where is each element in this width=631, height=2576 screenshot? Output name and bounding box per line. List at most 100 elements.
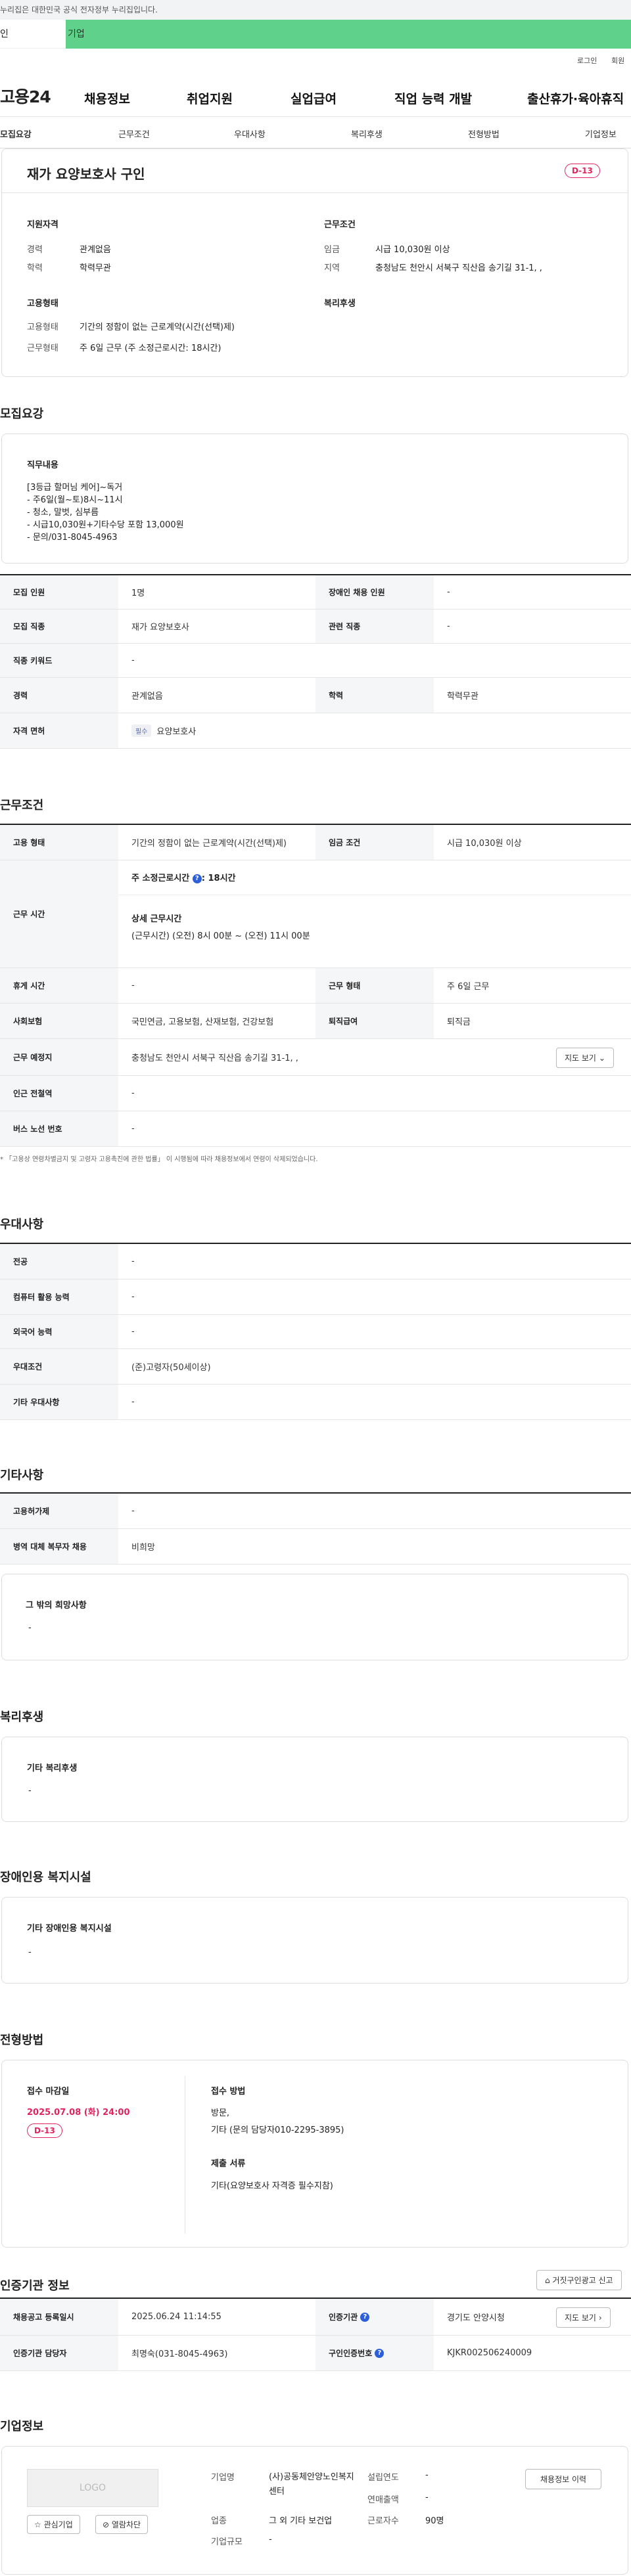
selection-section-title: 전형방법 [0, 2033, 44, 2047]
career-value: 관계없음 [80, 245, 111, 255]
info-icon[interactable]: ? [375, 2348, 385, 2358]
row-header: 모집 인원 [0, 575, 118, 609]
row-header: 채용공고 등록일시 [0, 2299, 118, 2335]
row-value: 2025.06.24 11:14:55 [131, 2312, 222, 2322]
work-row: 버스 노선 번호 - [0, 1111, 631, 1147]
agency-row: 인증기관 담당자 최명숙(031-8045-4963) 구인인증번호 ? KJK… [0, 2336, 631, 2371]
weekly-hours-label: 주 소정근로시간 [131, 874, 193, 883]
qualification-heading: 지원자격 [27, 220, 58, 230]
age-notice: * 「고용상 연령차별금지 및 고령자 고용촉진에 관한 법률」 이 시행됨에 … [0, 1153, 318, 1163]
row-value: - [131, 1397, 135, 1407]
gnb-menu-employment-support[interactable]: 취업지원 [187, 89, 233, 107]
anchor-welfare[interactable]: 복리후생 [351, 127, 383, 140]
gov-notice-text: 누리집은 대한민국 공식 전자정부 누리집입니다. [0, 5, 158, 14]
founded-label: 설립연도 [367, 2473, 399, 2483]
work-type-value: 주 6일 근무 (주 소정근로시간: 18시간) [80, 344, 222, 353]
row-value: 경기도 안양시청 [447, 2313, 505, 2323]
row-value: - [131, 1292, 135, 1302]
work-type-label: 근무형태 [27, 344, 58, 353]
career-label: 경력 [27, 245, 43, 255]
duty-content: [3등급 할머님 케어]~독거 - 주6일(월~토)8시~11시 - 청소, 말… [27, 481, 184, 544]
info-icon[interactable]: ? [360, 2312, 370, 2322]
duty-line: - 문의/031-8045-4963 [27, 533, 118, 543]
divider [2, 192, 628, 193]
row-header: 고용허가제 [0, 1494, 118, 1528]
agency-section-title: 인증기관 정보 [0, 2279, 70, 2293]
row-header: 컴퓨터 활용 능력 [0, 1279, 118, 1314]
gnb-menu-jobs[interactable]: 채용정보 [84, 89, 130, 107]
gnb-menu-unemployment-benefit[interactable]: 실업급여 [291, 89, 337, 107]
dday-badge: D-13 [565, 164, 600, 178]
gnb-menu-training[interactable]: 직업 능력 개발 [394, 89, 472, 107]
info-icon[interactable]: ? [192, 874, 202, 883]
other-wishes-value: - [28, 1623, 32, 1633]
job-history-button[interactable]: 채용정보 이력 [525, 2469, 602, 2489]
row-value: 최명숙(031-8045-4963) [131, 2349, 228, 2359]
section-anchor-nav: 모집요강 근무조건 우대사항 복리후생 전형방법 기업정보 [0, 117, 631, 148]
login-link[interactable]: 로그인 [577, 55, 597, 66]
disabled-section-title: 장애인용 복지시설 [0, 1871, 91, 1884]
row-value: - [447, 587, 450, 597]
license-value: 요양보호사 [156, 727, 197, 737]
tab-corporate[interactable]: 기업 [66, 20, 631, 49]
work-row: 인근 전철역 - [0, 1076, 631, 1111]
emp-type-label: 고용형태 [27, 322, 58, 332]
row-header: 직종 키워드 [0, 644, 118, 677]
row-value: 1명 [131, 588, 145, 598]
deadline-dday-badge: D-13 [27, 2123, 62, 2138]
row-header: 인증기관 ? [316, 2299, 434, 2335]
work-row: 사회보험 국민연금, 고용보험, 산재보험, 건강보험 퇴직급여 퇴직금 [0, 1004, 631, 1039]
company-card: LOGO ☆ 관심기업 ⊘ 열람차단 기업명 (사)공동체안양노인복지센터 업종… [1, 2446, 628, 2575]
tab-individual[interactable]: 인 [0, 20, 66, 49]
signup-link[interactable]: 회원 [611, 55, 624, 66]
row-value: 학력무관 [447, 692, 479, 701]
row-header: 임금 조건 [316, 825, 434, 860]
conditions-heading: 근무조건 [324, 220, 356, 230]
row-header: 자격 면허 [0, 713, 118, 748]
anchor-recruit[interactable]: 모집요강 [0, 127, 32, 140]
company-logo: LOGO [27, 2469, 158, 2507]
map-button[interactable]: 지도 보기 ⌄ [556, 1048, 614, 1068]
welfare-section-title: 복리후생 [0, 1710, 44, 1724]
anchor-work[interactable]: 근무조건 [118, 127, 150, 140]
industry-label: 업종 [211, 2516, 227, 2526]
agency-th-label: 인증기관 [329, 2313, 358, 2322]
disabled-card: 기타 장애인용 복지시설 - [1, 1897, 628, 1984]
anchor-preference[interactable]: 우대사항 [234, 127, 266, 140]
wage-value: 시급 10,030원 이상 [375, 245, 450, 255]
method-line: 방문, [211, 2108, 230, 2118]
row-header: 인증기관 담당자 [0, 2336, 118, 2370]
preference-section-title: 우대사항 [0, 1218, 44, 1232]
gnb-menu-parental-leave[interactable]: 출산휴가·육아휴직 [527, 89, 624, 107]
row-value: 국민연금, 고용보험, 산재보험, 건강보험 [131, 1017, 274, 1027]
agency-row: 채용공고 등록일시 2025.06.24 11:14:55 인증기관 ? 경기도… [0, 2299, 631, 2336]
site-logo[interactable]: 고용24 [0, 84, 51, 108]
map-button-label: 지도 보기 [565, 1054, 596, 1063]
row-header: 버스 노선 번호 [0, 1111, 118, 1146]
cert-th-label: 구인인증번호 [329, 2349, 373, 2358]
row-header: 경력 [0, 678, 118, 713]
weekly-hours: 주 소정근로시간 ?: 18시간 [131, 871, 236, 883]
sales-value: - [425, 2493, 429, 2502]
work-row: 근무 시간 주 소정근로시간 ?: 18시간 상세 근무시간 (근무시간) (오… [0, 860, 631, 968]
wage-label: 임금 [324, 245, 340, 255]
work-row: 휴게 시간 - 근무 형태 주 6일 근무 [0, 968, 631, 1004]
agency-map-button[interactable]: 지도 보기 › [556, 2307, 611, 2328]
anchor-company[interactable]: 기업정보 [585, 127, 617, 140]
dday-badge-text: D-13 [565, 164, 600, 178]
block-view-button[interactable]: ⊘ 열람차단 [95, 2515, 149, 2534]
anchor-selection[interactable]: 전형방법 [468, 127, 500, 140]
row-value: - [131, 981, 135, 990]
industry-value: 그 외 기타 보건업 [269, 2516, 333, 2526]
chevron-right-icon: › [598, 2313, 602, 2322]
interest-company-button[interactable]: ☆ 관심기업 [27, 2515, 80, 2534]
hours-detail-heading: 상세 근무시간 [131, 914, 182, 924]
region-label: 지역 [324, 263, 340, 273]
work-row: 고용 형태 기간의 정함이 없는 근로계약(시간(선택)제) 임금 조건 시급 … [0, 825, 631, 860]
map-button-label: 지도 보기 [565, 2313, 596, 2322]
row-value: - [131, 1124, 135, 1134]
report-fake-ad-button[interactable]: ⌂ 거짓구인광고 신고 [536, 2270, 622, 2290]
welfare-box-value: - [28, 1786, 32, 1796]
company-name-label: 기업명 [211, 2473, 235, 2483]
recruit-section-title: 모집요강 [0, 407, 44, 421]
